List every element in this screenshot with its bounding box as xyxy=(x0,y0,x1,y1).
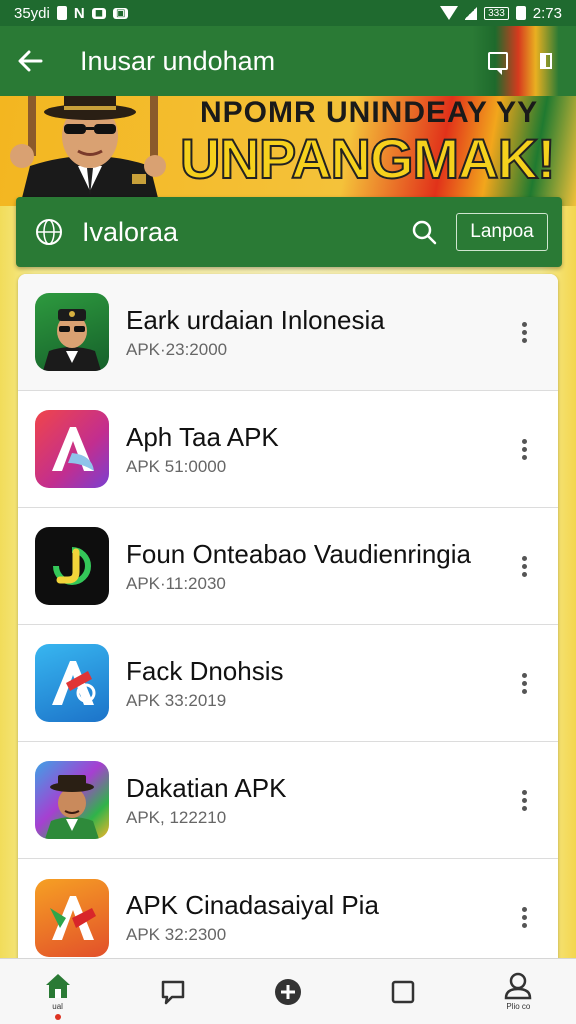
nav-messages[interactable] xyxy=(138,962,208,1022)
back-button[interactable] xyxy=(0,26,60,96)
active-indicator xyxy=(54,1013,61,1020)
app-subtitle: APK 51:0000 xyxy=(126,456,227,476)
list-item[interactable]: Dakatian APK APK, 122210 xyxy=(18,742,558,859)
nav-profile[interactable]: Plio co xyxy=(483,962,553,1022)
globe-icon xyxy=(36,219,62,245)
square-icon xyxy=(540,53,552,69)
battery-icon xyxy=(515,6,526,20)
square-icon xyxy=(391,980,415,1003)
app-subtitle: APK, 122210 xyxy=(126,807,227,827)
letter-a-gradient-icon xyxy=(35,410,109,488)
letter-a-orange-icon xyxy=(35,878,109,957)
chat-icon xyxy=(161,980,185,1004)
list-item[interactable]: APK Cinadasaiyal Pia APK 32:2300 xyxy=(18,859,558,964)
app-subtitle: APK 33:2019 xyxy=(126,690,227,710)
more-options-button[interactable] xyxy=(504,663,544,703)
list-item[interactable]: Aph Taa APK APK 51:0000 xyxy=(18,391,558,508)
list-item[interactable]: Fack Dnohsis APK 33:2019 xyxy=(18,625,558,742)
add-circle-icon xyxy=(274,978,301,1005)
app-list: Eark urdaian Inlonesia APK·23:2000 Aph T… xyxy=(18,274,558,964)
arrow-left-icon xyxy=(18,50,43,72)
more-options-button[interactable] xyxy=(504,546,544,586)
status-letter: N xyxy=(73,4,85,22)
app-bar: Inusar undoham xyxy=(0,26,576,96)
page-title: Inusar undoham xyxy=(80,45,276,76)
chat-button[interactable] xyxy=(474,26,522,96)
status-left-text: 35ydi xyxy=(14,4,50,22)
app-title: Fack Dnohsis xyxy=(126,655,284,686)
wifi-icon xyxy=(440,6,459,20)
search-card: Ivaloraa Lanpoa xyxy=(16,197,562,267)
status-badge: 333 xyxy=(484,6,509,20)
promo-banner[interactable]: NPOMR UNINDEAY YY UNPANGMAK! xyxy=(0,96,576,206)
list-item[interactable]: Eark urdaian Inlonesia APK·23:2000 xyxy=(18,274,558,391)
officer-avatar-icon xyxy=(35,293,109,371)
nav-profile-label: Plio co xyxy=(506,1002,531,1011)
more-options-button[interactable] xyxy=(504,429,544,469)
banner-headline: NPOMR UNINDEAY YY xyxy=(200,96,539,129)
search-icon[interactable] xyxy=(410,218,438,246)
letter-a-blue-icon xyxy=(35,644,109,722)
man-hat-avatar-icon xyxy=(35,761,109,839)
menu-button[interactable] xyxy=(522,26,570,96)
status-bar: 35ydi N ◼ ▣ 333 2:73 xyxy=(0,0,576,26)
nav-home[interactable]: ual xyxy=(23,962,93,1022)
chat-bubble-icon xyxy=(488,52,508,75)
officer-illustration xyxy=(10,96,166,206)
search-input[interactable]: Ivaloraa xyxy=(82,217,410,248)
bottom-nav: ual Plio co xyxy=(0,958,576,1024)
banner-title: UNPANGMAK! xyxy=(179,126,557,191)
nav-add[interactable] xyxy=(253,962,323,1022)
app-title: Dakatian APK xyxy=(126,772,287,803)
notification-icon: ◼ xyxy=(91,7,107,19)
nav-home-label: ual xyxy=(52,1002,63,1011)
nav-library[interactable] xyxy=(368,962,438,1022)
list-item[interactable]: Foun Onteabao Vaudienringia APK·11:2030 xyxy=(18,508,558,625)
app-subtitle: APK·11:2030 xyxy=(126,573,226,593)
sim-icon xyxy=(56,6,67,20)
app-title: Eark urdaian Inlonesia xyxy=(126,304,385,335)
app-title: APK Cinadasaiyal Pia xyxy=(126,890,379,920)
home-icon xyxy=(45,974,70,998)
profile-icon xyxy=(505,972,532,1000)
signal-icon xyxy=(465,6,478,20)
clock: 2:73 xyxy=(532,4,562,22)
app-subtitle: APK·23:2000 xyxy=(126,339,228,359)
app-subtitle: APK 32:2300 xyxy=(126,925,227,944)
more-options-button[interactable] xyxy=(504,312,544,352)
app-title: Aph Taa APK xyxy=(126,421,279,452)
more-options-button[interactable] xyxy=(504,898,544,938)
app-title: Foun Onteabao Vaudienringia xyxy=(126,538,471,569)
more-options-button[interactable] xyxy=(504,780,544,820)
letter-j-icon xyxy=(35,527,109,605)
message-icon: ▣ xyxy=(113,7,129,19)
language-button[interactable]: Lanpoa xyxy=(456,213,548,251)
